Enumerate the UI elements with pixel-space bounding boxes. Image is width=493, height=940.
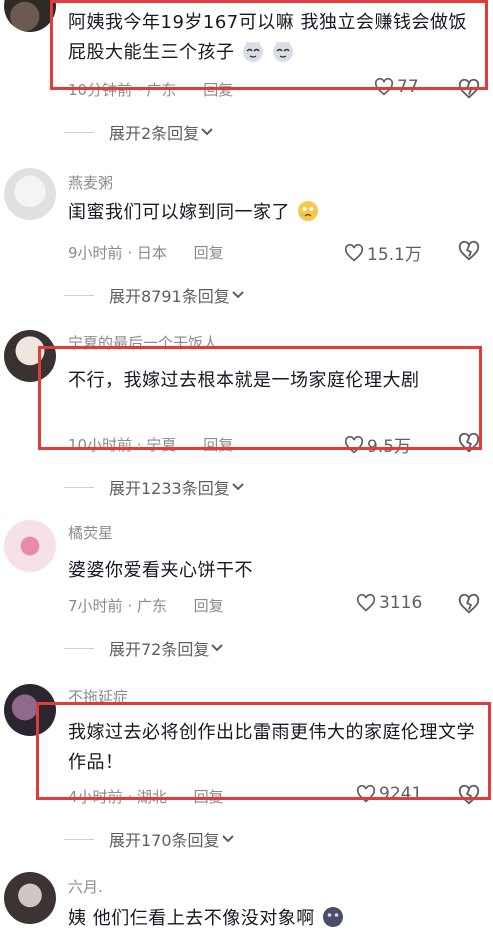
comment-time: 7小时前 bbox=[68, 597, 123, 615]
like-count: 77 bbox=[397, 77, 419, 97]
sneaky-cat-emoji bbox=[242, 41, 263, 62]
avatar[interactable] bbox=[4, 0, 56, 32]
heart-icon bbox=[344, 243, 364, 261]
comment-text: 不行，我嫁过去根本就是一场家庭伦理大剧 bbox=[68, 370, 420, 391]
comment-location: 日本 bbox=[136, 244, 167, 262]
comment-username[interactable]: 不拖延症 bbox=[68, 686, 128, 707]
reply-button[interactable]: 回复 bbox=[203, 81, 233, 99]
divider-line bbox=[64, 486, 94, 488]
divider-line bbox=[64, 131, 94, 133]
comment-text: 闺蜜我们可以嫁到同一家了 bbox=[68, 198, 478, 228]
avatar[interactable] bbox=[4, 520, 56, 572]
comment-location: 广东 bbox=[136, 597, 167, 615]
chevron-down-icon bbox=[232, 483, 244, 491]
chevron-down-icon bbox=[201, 128, 213, 136]
chevron-down-icon bbox=[221, 835, 234, 843]
dislike-icon[interactable] bbox=[458, 78, 480, 100]
like-count: 9.5万 bbox=[367, 437, 412, 457]
teary-face-emoji bbox=[298, 201, 319, 221]
comment-time: 10小时前 bbox=[68, 436, 133, 454]
like-button[interactable]: 9241 bbox=[356, 784, 422, 804]
comment-text: 阿姨我今年19岁167可以嘛 我独立会赚钱会做饭 屁股大能生三个孩子 bbox=[68, 12, 467, 63]
like-button[interactable]: 77 bbox=[374, 77, 419, 97]
dislike-icon[interactable] bbox=[458, 240, 480, 262]
dislike-icon[interactable] bbox=[458, 432, 480, 454]
comment-time: 4小时前 bbox=[68, 788, 123, 806]
reply-button[interactable]: 回复 bbox=[203, 436, 233, 454]
comment-username[interactable]: 橘荧星 bbox=[68, 522, 113, 543]
like-count: 9241 bbox=[379, 784, 423, 804]
reply-button[interactable]: 回复 bbox=[194, 244, 224, 262]
comment-location: 宁夏 bbox=[146, 436, 177, 454]
comment-username[interactable]: 宁夏的最后一个干饭人 bbox=[68, 332, 218, 353]
avatar[interactable] bbox=[4, 684, 56, 736]
comment-text: 婆婆你爱看夹心饼干不 bbox=[68, 560, 253, 581]
dislike-icon[interactable] bbox=[458, 593, 480, 615]
divider-line bbox=[64, 294, 94, 296]
expand-replies-button[interactable]: 展开72条回复 bbox=[64, 636, 225, 660]
dislike-icon[interactable] bbox=[458, 784, 480, 806]
comment-meta: 9小时前 · 日本 回复 bbox=[68, 244, 224, 262]
expand-replies-button[interactable]: 展开170条回复 bbox=[64, 827, 236, 851]
comment-location: 湖北 bbox=[136, 788, 167, 806]
comment-meta: 7小时前 · 广东 回复 bbox=[68, 597, 224, 615]
sneaky-cat-emoji bbox=[272, 41, 293, 62]
like-button[interactable]: 3116 bbox=[356, 593, 422, 613]
like-button[interactable]: 9.5万 bbox=[344, 432, 411, 457]
comment-text: 姨 他们仨看上去不像没对象啊 bbox=[68, 904, 478, 934]
heart-icon bbox=[356, 594, 376, 612]
like-count: 3116 bbox=[379, 593, 423, 613]
comment-username[interactable]: 燕麦粥 bbox=[68, 172, 113, 193]
heart-icon bbox=[344, 435, 364, 453]
comment-text: 我嫁过去必将创作出比雷雨更伟大的家庭伦理文学作品！ bbox=[68, 722, 475, 773]
dark-face-emoji bbox=[322, 907, 343, 927]
avatar[interactable] bbox=[4, 872, 56, 924]
chevron-down-icon bbox=[211, 644, 224, 652]
expand-replies-button[interactable]: 展开1233条回复 bbox=[64, 475, 246, 499]
divider-line bbox=[64, 838, 94, 840]
heart-icon bbox=[356, 785, 376, 803]
comment-meta: 10分钟前 · 广东 回复 bbox=[68, 81, 234, 99]
heart-icon bbox=[374, 78, 394, 96]
comment-time: 10分钟前 bbox=[68, 81, 133, 99]
comment-location: 广东 bbox=[146, 81, 177, 99]
chevron-down-icon bbox=[232, 291, 244, 299]
reply-button[interactable]: 回复 bbox=[194, 597, 224, 615]
comment-username[interactable]: 六月. bbox=[68, 876, 103, 897]
avatar[interactable] bbox=[4, 168, 56, 220]
comment-meta: 10小时前 · 宁夏 回复 bbox=[68, 436, 234, 454]
comment-time: 9小时前 bbox=[68, 244, 123, 262]
like-count: 15.1万 bbox=[367, 245, 422, 265]
avatar[interactable] bbox=[4, 330, 56, 382]
divider-line bbox=[64, 647, 94, 649]
comment-meta: 4小时前 · 湖北 回复 bbox=[68, 788, 224, 806]
reply-button[interactable]: 回复 bbox=[194, 788, 224, 806]
expand-replies-button[interactable]: 展开2条回复 bbox=[64, 120, 215, 144]
expand-replies-button[interactable]: 展开8791条回复 bbox=[64, 283, 246, 307]
like-button[interactable]: 15.1万 bbox=[344, 240, 422, 265]
